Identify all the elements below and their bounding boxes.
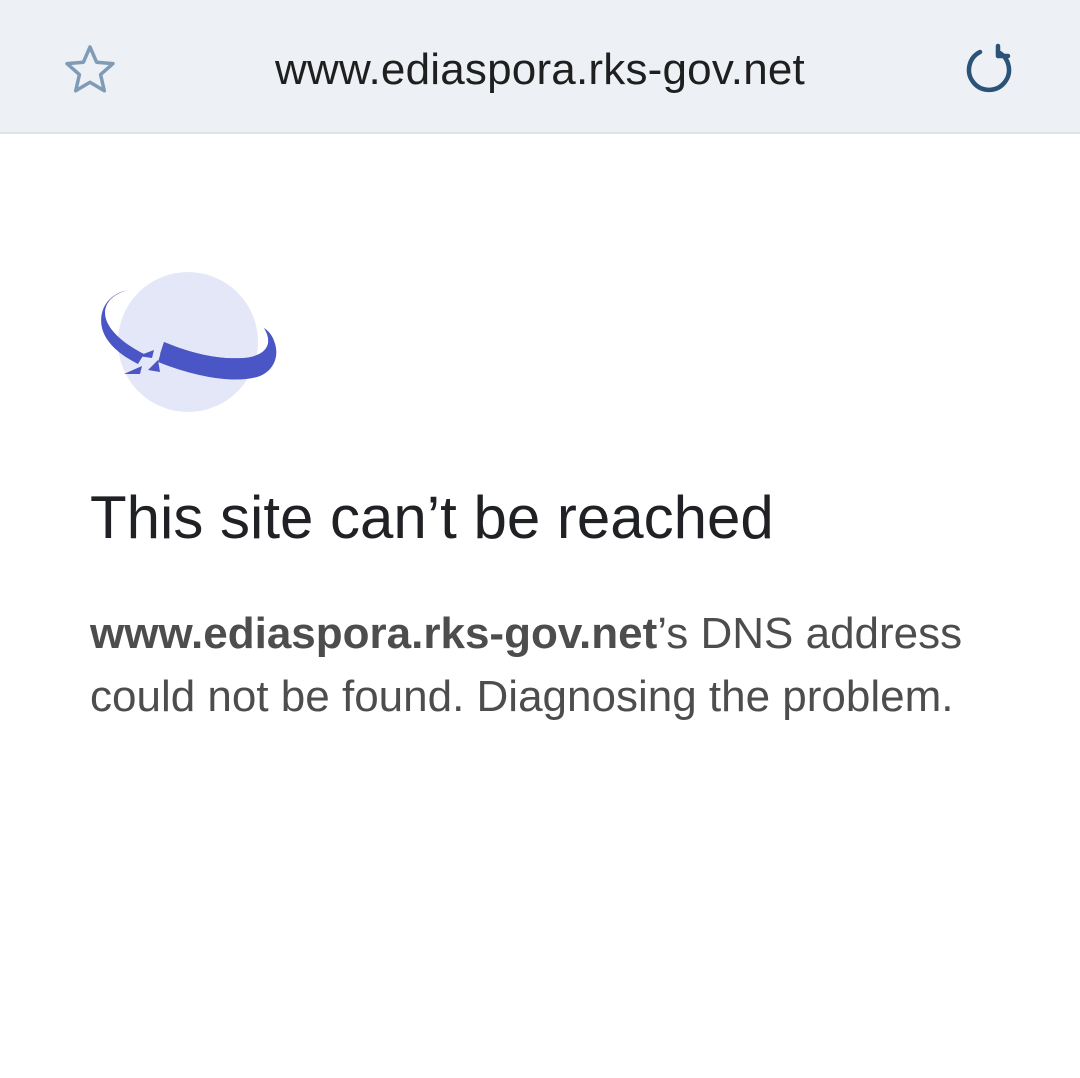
browser-toolbar: www.ediaspora.rks-gov.net <box>0 0 1080 134</box>
reload-icon <box>966 43 1012 93</box>
bookmark-star-button[interactable] <box>60 40 120 100</box>
reload-button[interactable] <box>958 38 1020 100</box>
error-title: This site can’t be reached <box>90 484 774 551</box>
error-description: www.ediaspora.rks-gov.net’s DNS address … <box>90 602 970 728</box>
error-host: www.ediaspora.rks-gov.net <box>90 609 658 658</box>
star-outline-icon <box>65 45 115 93</box>
url-bar[interactable]: www.ediaspora.rks-gov.net <box>140 42 940 98</box>
dino-planet-offline-icon <box>101 272 277 412</box>
error-page: This site can’t be reached www.ediaspora… <box>0 134 1080 1078</box>
